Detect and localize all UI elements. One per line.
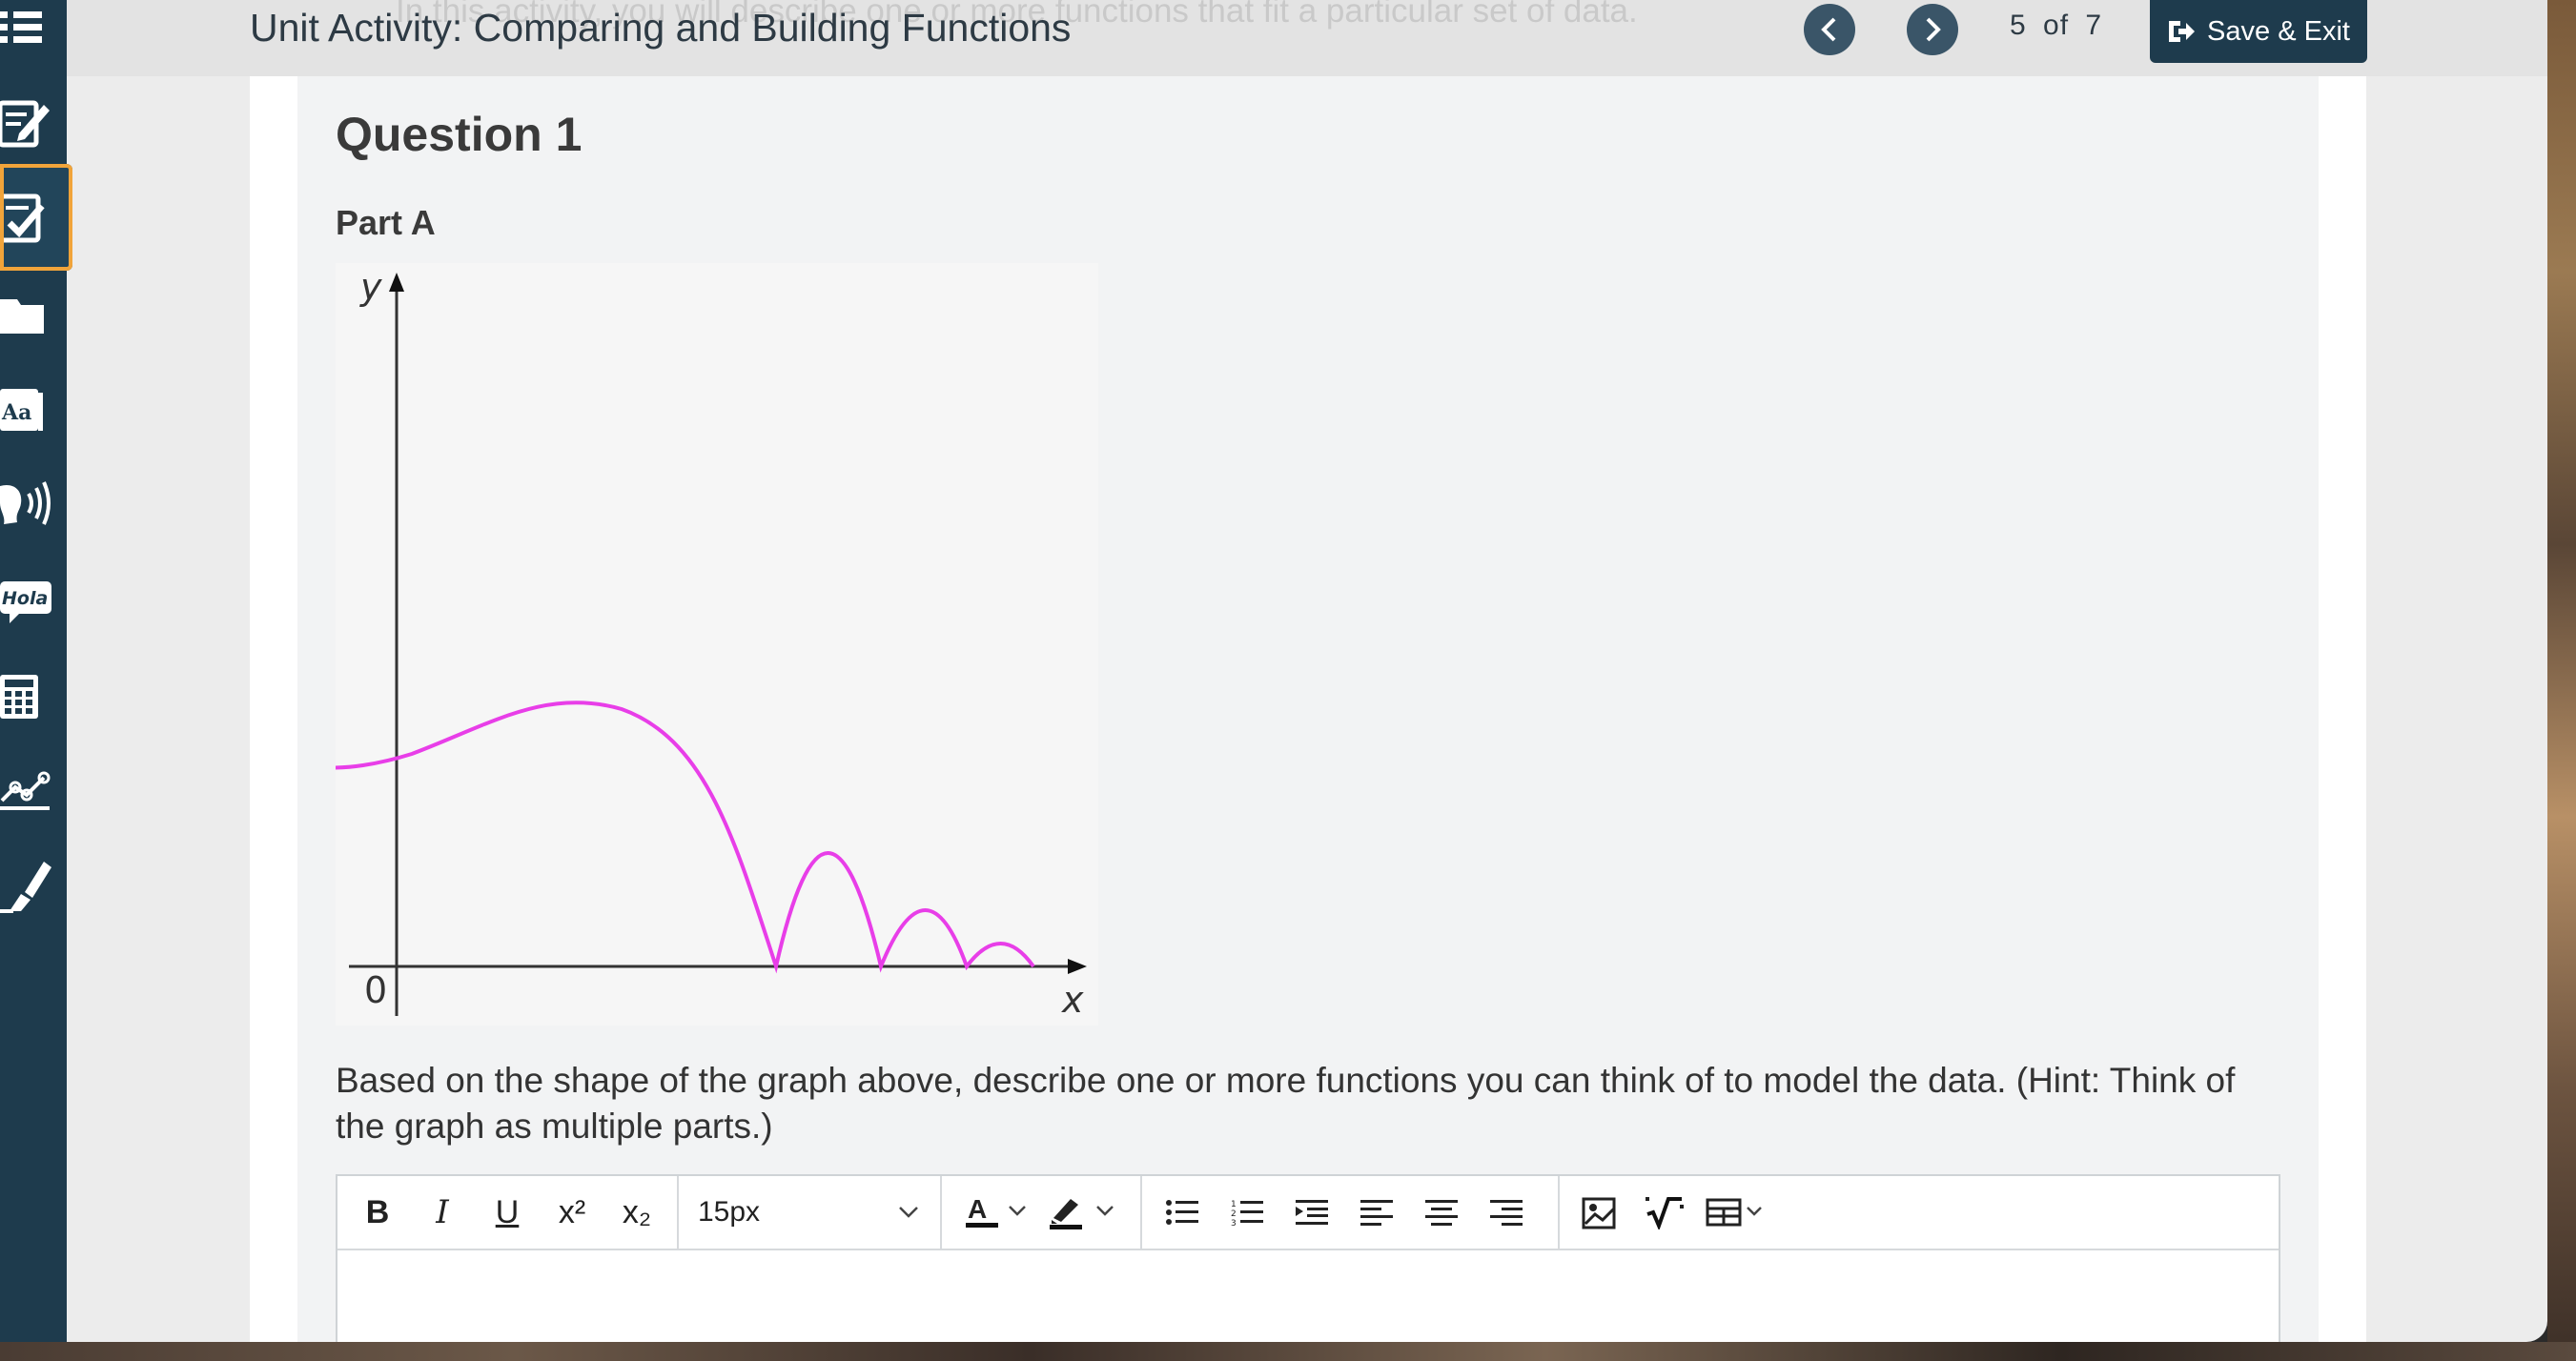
italic-button[interactable]: I (410, 1176, 475, 1249)
dictionary-button[interactable]: Aa (0, 360, 67, 456)
calculator-button[interactable] (0, 646, 67, 741)
subscript-button[interactable]: x₂ (604, 1176, 669, 1249)
svg-text:1: 1 (1231, 1200, 1237, 1209)
notepad-icon (0, 100, 50, 148)
font-size-select[interactable]: 15px (679, 1176, 938, 1249)
notepad-button[interactable] (0, 74, 67, 170)
editor-text-area[interactable] (337, 1250, 2279, 1342)
superscript-button[interactable]: x² (540, 1176, 604, 1249)
svg-text:2: 2 (1231, 1209, 1237, 1219)
page-current: 5 (2010, 10, 2027, 41)
align-center-icon (1425, 1200, 1458, 1226)
checklist-button[interactable] (0, 164, 72, 271)
menu-icon (0, 11, 42, 43)
exit-icon (2169, 21, 2196, 42)
app-window: Aa Hola In this activity, you will descr… (0, 0, 2547, 1342)
underline-button[interactable]: U (475, 1176, 540, 1249)
text-color-button[interactable]: A (955, 1176, 1035, 1249)
insert-group (1567, 1176, 1777, 1249)
align-right-icon (1490, 1200, 1523, 1226)
calculator-icon (0, 675, 38, 719)
square-root-icon (1646, 1197, 1684, 1229)
origin-label: 0 (364, 969, 387, 1011)
function-curve (223, 701, 1035, 974)
content-frame: Question 1 Part A y x 0 Based on the sha… (223, 76, 2366, 1342)
checklist-icon (0, 193, 45, 243)
bold-button[interactable]: B (345, 1176, 410, 1249)
page-of-label: of (2043, 10, 2070, 41)
x-axis-arrow (1068, 959, 1087, 974)
part-label: Part A (336, 203, 436, 242)
chevron-right-icon (1926, 17, 1941, 42)
paragraph-group: 1 2 3 (1150, 1176, 1539, 1249)
translate-icon: Hola (0, 581, 51, 623)
color-group: A (955, 1176, 1127, 1249)
response-editor: B I U x² x₂ 15px A 1 2 3 (336, 1174, 2280, 1342)
toolbar-divider (1558, 1176, 1560, 1249)
text-color-icon: A (966, 1194, 1026, 1228)
indent-button[interactable] (1279, 1176, 1344, 1249)
folder-icon (0, 299, 44, 334)
highlighter-button[interactable] (0, 837, 67, 932)
svg-text:Aa: Aa (1, 400, 31, 425)
toolbar-divider (1140, 1176, 1142, 1249)
graph-tool-icon (0, 771, 51, 810)
tool-sidebar: Aa Hola (0, 0, 72, 1342)
align-left-button[interactable] (1344, 1176, 1409, 1249)
question-prompt: Based on the shape of the graph above, d… (336, 1061, 2236, 1146)
font-size-value: 15px (698, 1196, 761, 1228)
insert-equation-button[interactable] (1632, 1176, 1697, 1249)
graph-tool-button[interactable] (0, 741, 67, 837)
y-axis-label: y (359, 266, 382, 308)
highlighter-icon (0, 862, 51, 913)
numbered-list-button[interactable]: 1 2 3 (1215, 1176, 1279, 1249)
format-group: B I U x² x₂ (345, 1176, 669, 1249)
image-icon (1582, 1197, 1616, 1229)
align-right-button[interactable] (1474, 1176, 1539, 1249)
text-to-speech-button[interactable] (0, 456, 67, 551)
bullet-list-icon (1166, 1200, 1198, 1225)
question-panel: Question 1 Part A y x 0 Based on the sha… (223, 76, 2319, 1342)
function-graph: y x 0 (223, 263, 1098, 1026)
insert-image-button[interactable] (1567, 1176, 1632, 1249)
svg-text:3: 3 (1231, 1219, 1237, 1227)
numbered-list-icon: 1 2 3 (1231, 1200, 1263, 1227)
editor-toolbar: B I U x² x₂ 15px A 1 2 3 (337, 1176, 2279, 1250)
toolbar-divider (940, 1176, 942, 1249)
highlight-color-icon (1050, 1199, 1114, 1229)
bullet-list-button[interactable] (1150, 1176, 1215, 1249)
align-center-button[interactable] (1409, 1176, 1474, 1249)
graph-svg: y x 0 (223, 266, 1087, 1021)
y-axis-arrow (389, 273, 404, 292)
previous-page-button[interactable] (1804, 4, 1855, 55)
folder-button[interactable] (0, 265, 67, 360)
desktop-dock-edge (0, 1342, 2576, 1361)
highlight-color-button[interactable] (1035, 1176, 1127, 1249)
header-bar: In this activity, you will describe one … (67, 0, 2547, 76)
page-total: 7 (2085, 10, 2103, 41)
translate-button[interactable]: Hola (0, 551, 67, 646)
insert-table-button[interactable] (1697, 1176, 1777, 1249)
x-axis-label: x (1061, 979, 1084, 1021)
page-counter: 5 of 7 (2010, 10, 2102, 42)
svg-text:Hola: Hola (2, 588, 48, 609)
align-left-icon (1360, 1200, 1393, 1226)
svg-text:A: A (968, 1194, 987, 1224)
activity-title: Unit Activity: Comparing and Building Fu… (250, 6, 1072, 50)
next-page-button[interactable] (1907, 4, 1958, 55)
desktop-background-edge (2547, 0, 2576, 1361)
question-title: Question 1 (336, 108, 583, 161)
indent-icon (1296, 1200, 1328, 1225)
save-exit-button[interactable]: Save & Exit (2150, 0, 2367, 63)
table-icon (1706, 1198, 1762, 1227)
chevron-left-icon (1821, 17, 1836, 42)
text-to-speech-icon (0, 481, 51, 525)
menu-button[interactable] (0, 0, 67, 74)
dictionary-icon: Aa (0, 389, 43, 431)
chevron-down-icon (899, 1207, 918, 1218)
save-exit-label: Save & Exit (2207, 15, 2350, 47)
